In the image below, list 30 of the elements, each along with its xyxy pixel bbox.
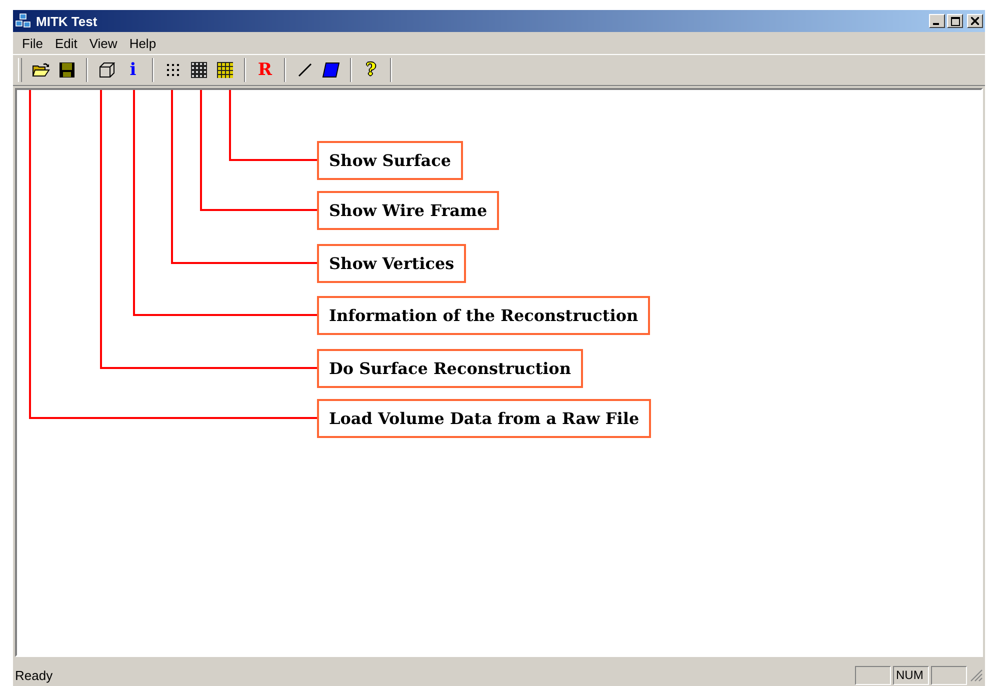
menu-item[interactable]: View — [84, 34, 122, 52]
callout-label: Show Vertices — [317, 244, 466, 283]
menu-item[interactable]: File — [17, 34, 48, 52]
status-pane — [931, 666, 967, 684]
line-icon — [298, 63, 312, 77]
dot-grid-icon — [166, 63, 180, 77]
callout-label: Do Surface Reconstruction — [317, 349, 583, 388]
close-icon — [971, 17, 979, 25]
cube-icon — [99, 62, 115, 78]
maximize-button[interactable] — [947, 14, 963, 28]
maximize-icon — [950, 16, 960, 26]
window-title: MITK Test — [36, 14, 98, 28]
close-button[interactable] — [967, 14, 983, 28]
callout-label: Show Surface — [317, 141, 463, 180]
status-indicator: NUM — [893, 666, 929, 684]
callout-label: Show Wire Frame — [317, 191, 500, 230]
surface-grid-icon — [217, 62, 233, 78]
wireframe-grid-icon — [191, 62, 207, 78]
status-text: Ready — [15, 668, 54, 682]
menu-item[interactable]: Edit — [50, 34, 82, 52]
menu-item[interactable]: Help — [124, 34, 162, 52]
toolbar-button[interactable]: i — [120, 58, 146, 82]
callout-label: Load Volume Data from a Raw File — [317, 399, 652, 438]
parallelogram-icon — [322, 62, 340, 78]
status-pane — [855, 666, 891, 684]
folder-icon — [32, 62, 50, 78]
app-icon — [15, 13, 33, 29]
callout-label: Information of the Reconstruction — [317, 296, 650, 335]
minimize-button[interactable] — [929, 14, 945, 28]
resize-grip-icon — [969, 668, 983, 682]
